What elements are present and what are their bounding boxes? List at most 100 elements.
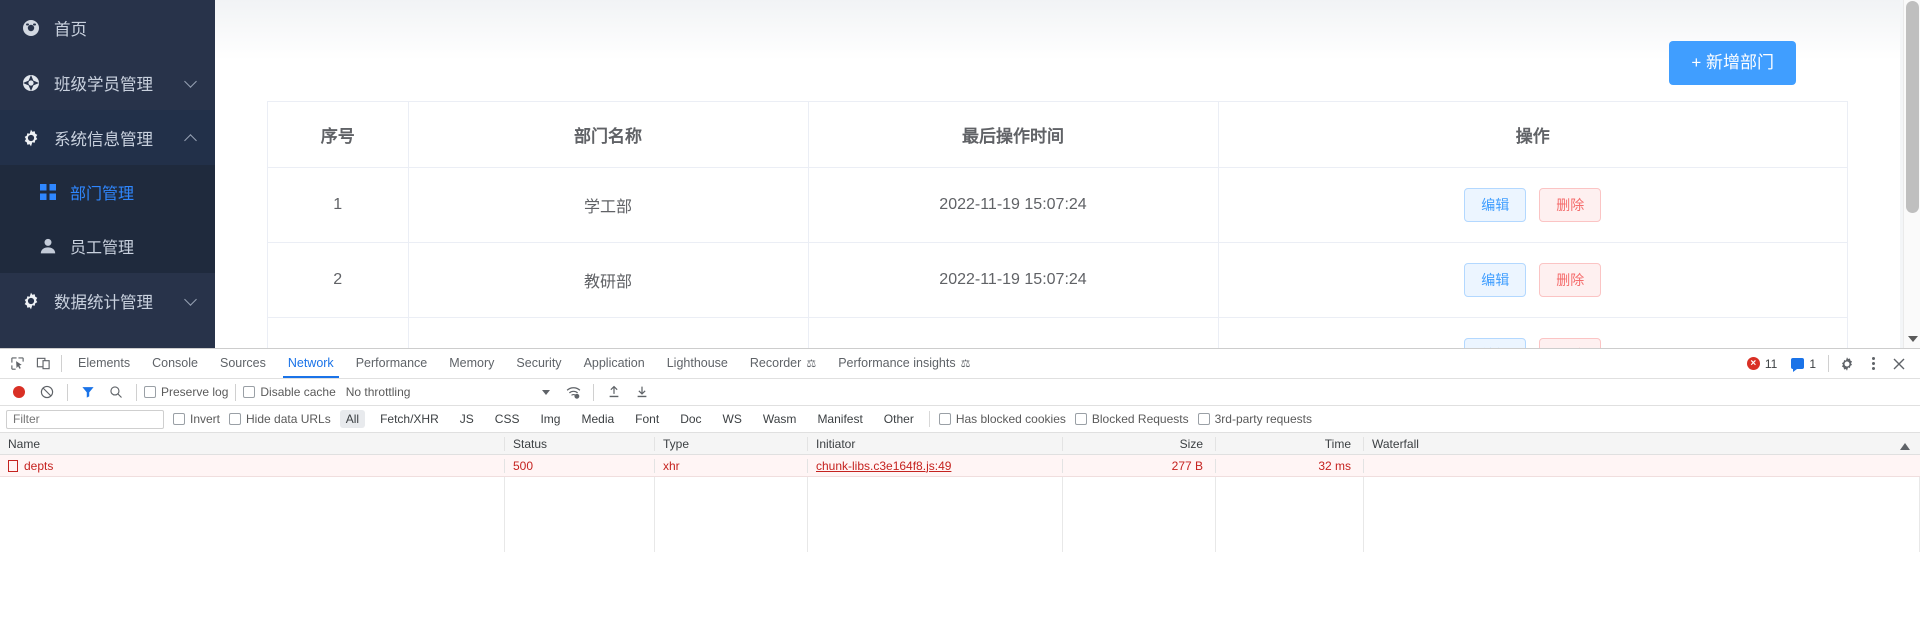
sidebar-item-label: 班级学员管理 [54, 75, 153, 94]
type-filter-css[interactable]: CSS [489, 410, 526, 428]
third-party-requests-checkbox[interactable]: 3rd-party requests [1197, 412, 1312, 426]
network-conditions-icon[interactable] [560, 379, 586, 405]
tab-console[interactable]: Console [141, 349, 209, 378]
column-header-last-operation-time: 最后操作时间 [808, 102, 1219, 168]
toolbar-separator [593, 383, 595, 401]
delete-button[interactable]: 删除 [1539, 263, 1602, 297]
record-button[interactable] [6, 379, 32, 405]
column-header-type[interactable]: Type [655, 436, 808, 451]
blocked-requests-checkbox[interactable]: Blocked Requests [1074, 412, 1189, 426]
settings-gear-icon[interactable] [1834, 351, 1860, 377]
column-header-initiator[interactable]: Initiator [808, 436, 1063, 451]
more-options-icon[interactable] [1860, 351, 1886, 377]
throttling-dropdown[interactable]: No throttling [346, 385, 411, 399]
tab-lighthouse[interactable]: Lighthouse [656, 349, 739, 378]
delete-button[interactable]: 删除 [1539, 338, 1602, 348]
sidebar-item-system-info[interactable]: 系统信息管理 [0, 110, 215, 165]
invert-checkbox[interactable]: Invert [173, 412, 220, 426]
tab-security[interactable]: Security [505, 349, 572, 378]
preserve-log-label: Preserve log [161, 385, 229, 399]
import-har-icon[interactable] [601, 379, 627, 405]
type-filter-font[interactable]: Font [629, 410, 665, 428]
type-filter-manifest[interactable]: Manifest [811, 410, 868, 428]
edit-button[interactable]: 编辑 [1464, 263, 1527, 297]
sidebar-item-data-statistics[interactable]: 数据统计管理 [0, 273, 215, 328]
message-count-badge[interactable]: 1 [1784, 355, 1823, 373]
cell-operations: 编辑 删除 [1218, 167, 1847, 243]
invert-label: Invert [190, 412, 221, 426]
type-filter-media[interactable]: Media [575, 410, 620, 428]
device-toolbar-icon[interactable] [30, 351, 56, 377]
beaker-icon: ⚖ [960, 358, 971, 370]
tab-network[interactable]: Network [277, 349, 345, 378]
type-filter-ws[interactable]: WS [717, 410, 748, 428]
sidebar-item-employee-management[interactable]: 员工管理 [0, 219, 215, 273]
sidebar-item-label: 首页 [54, 20, 87, 39]
add-department-button[interactable]: + 新增部门 [1669, 41, 1796, 85]
error-count-badge[interactable]: × 11 [1740, 355, 1784, 373]
column-header-time[interactable]: Time [1216, 436, 1364, 451]
search-icon[interactable] [103, 379, 129, 405]
tab-elements[interactable]: Elements [67, 349, 141, 378]
type-filter-js[interactable]: JS [454, 410, 480, 428]
edit-button[interactable]: 编辑 [1464, 188, 1527, 222]
type-filter-doc[interactable]: Doc [674, 410, 707, 428]
error-icon: × [1746, 357, 1760, 370]
chevron-down-icon [184, 292, 197, 306]
column-header-waterfall[interactable]: Waterfall [1364, 437, 1920, 451]
type-filter-img[interactable]: Img [534, 410, 566, 428]
cell-dept-name: 学工部 [408, 167, 809, 243]
chevron-down-icon[interactable] [542, 389, 551, 395]
network-request-row[interactable]: depts 500 xhr chunk-libs.c3e164f8.js:49 … [0, 455, 1920, 477]
request-name-cell[interactable]: depts [0, 458, 505, 473]
initiator-link[interactable]: chunk-libs.c3e164f8.js:49 [816, 459, 951, 473]
checkbox-box [243, 386, 256, 398]
export-har-icon[interactable] [629, 379, 655, 405]
sidebar-subitem-label: 员工管理 [70, 240, 135, 257]
tab-recorder[interactable]: Recorder ⚖ [739, 349, 827, 378]
cell-time: 2022-11-19 15:07:24 [808, 317, 1219, 348]
record-icon [13, 386, 25, 398]
filterbar-separator [928, 411, 930, 427]
column-header-status[interactable]: Status [505, 436, 655, 451]
type-filter-wasm[interactable]: Wasm [757, 410, 803, 428]
close-devtools-icon[interactable] [1886, 351, 1912, 377]
disable-cache-checkbox[interactable]: Disable cache [243, 385, 336, 399]
tab-memory[interactable]: Memory [438, 349, 505, 378]
department-table-container: 序号 部门名称 最后操作时间 操作 1 学工部 2022-11-19 15:07… [267, 101, 1848, 348]
message-count-label: 1 [1809, 356, 1816, 371]
column-header-size[interactable]: Size [1063, 436, 1216, 451]
tab-recorder-label: Recorder [749, 356, 802, 370]
inspect-element-icon[interactable] [4, 351, 30, 377]
empty-col-initiator [808, 477, 1063, 552]
scroll-down-arrow-icon[interactable] [1908, 336, 1918, 342]
tab-application[interactable]: Application [573, 349, 656, 378]
cell-index: 2 [268, 242, 409, 318]
preserve-log-checkbox[interactable]: Preserve log [144, 385, 228, 399]
sidebar-item-department-management[interactable]: 部门管理 [0, 165, 215, 219]
third-party-requests-label: 3rd-party requests [1214, 412, 1312, 426]
has-blocked-cookies-checkbox[interactable]: Has blocked cookies [938, 412, 1066, 426]
tab-sources[interactable]: Sources [209, 349, 277, 378]
clear-button[interactable] [34, 379, 60, 405]
edit-button[interactable]: 编辑 [1464, 338, 1527, 348]
type-filter-all[interactable]: All [339, 410, 366, 428]
type-filter-fetch-xhr[interactable]: Fetch/XHR [374, 410, 445, 428]
main-inner: + 新增部门 序号 部门名称 最后操作时间 操作 1 学工部 2022-11-1… [215, 0, 1900, 348]
sidebar-item-class-student[interactable]: 班级学员管理 [0, 55, 215, 110]
type-filter-other[interactable]: Other [878, 410, 920, 428]
sidebar-item-label: 数据统计管理 [54, 293, 153, 312]
content-toolbar: + 新增部门 [215, 0, 1900, 100]
network-table-header: Name Status Type Initiator Size Time Wat… [0, 433, 1920, 455]
sidebar-item-home[interactable]: 首页 [0, 0, 215, 55]
column-header-name[interactable]: Name [0, 436, 505, 451]
hide-data-urls-checkbox[interactable]: Hide data URLs [229, 412, 331, 426]
page-scrollbar[interactable] [1903, 0, 1920, 348]
tab-performance[interactable]: Performance [345, 349, 439, 378]
filter-input[interactable] [6, 409, 164, 429]
scrollbar-thumb[interactable] [1906, 1, 1919, 213]
blocked-requests-label: Blocked Requests [1091, 412, 1189, 426]
delete-button[interactable]: 删除 [1539, 188, 1602, 222]
filter-funnel-icon[interactable] [75, 379, 101, 405]
tab-performance-insights[interactable]: Performance insights ⚖ [827, 349, 981, 378]
